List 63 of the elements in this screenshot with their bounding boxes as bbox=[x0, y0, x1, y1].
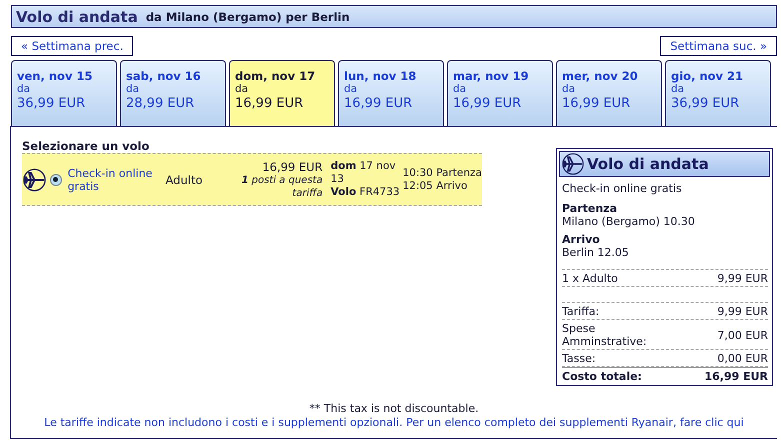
tab-date: gio, nov 21 bbox=[671, 69, 744, 83]
tab-date: lun, nov 18 bbox=[344, 69, 418, 83]
tab-date: mer, nov 20 bbox=[562, 69, 639, 83]
cost-label: Tariffa: bbox=[562, 305, 600, 318]
page-title: Volo di andata bbox=[16, 8, 138, 26]
airplane-icon bbox=[562, 153, 584, 175]
tab-price: 16,99 EUR bbox=[562, 96, 632, 111]
tab-date: ven, nov 15 bbox=[17, 69, 94, 83]
arrival-time: 12:05 Arrivo bbox=[402, 180, 468, 192]
arrival-info: Berlin 12.05 bbox=[562, 246, 630, 259]
tab-price: 36,99 EUR bbox=[671, 96, 740, 111]
flight-price: 16,99 EUR bbox=[262, 160, 323, 174]
seats-left-text: 1 posti a questa tariffa bbox=[240, 174, 323, 200]
tab-price: 16,99 EUR bbox=[453, 96, 522, 111]
supplements-link[interactable]: Le tariffe indicate non includono i costi e i supplementi opzionali. Per un elenco completo dei supplementi Ryanair, fare clic qui bbox=[44, 416, 744, 430]
passenger-amount: 9,99 EUR bbox=[717, 272, 768, 285]
next-week-link[interactable]: Settimana suc. » bbox=[660, 36, 777, 56]
departure-label: Partenza bbox=[562, 202, 618, 215]
flight-row[interactable]: Check-in online gratis Adulto 16,99 EUR 1 posti a questa tariffa dom 17 nov 13 Volo FR4733 10:30 Partenza 12:05 Arrivo bbox=[22, 153, 482, 206]
tab-price: 16,99 EUR bbox=[344, 96, 414, 111]
tab-price: 36,99 EUR bbox=[17, 96, 86, 111]
tax-note: ** This tax is not discountable. bbox=[309, 402, 479, 416]
flight-number: Volo FR4733 bbox=[330, 186, 397, 199]
cost-label: Spese Amminstrative: bbox=[562, 322, 648, 348]
tab-date: sab, nov 16 bbox=[126, 69, 202, 83]
fare-name: Check-in online gratis bbox=[68, 166, 154, 192]
tab-date: dom, nov 17 bbox=[235, 69, 316, 83]
tab-from-label: da bbox=[17, 83, 32, 95]
passenger-type: Adulto bbox=[166, 172, 204, 186]
total-amount: 16,99 EUR bbox=[704, 370, 768, 383]
tab-from-label: da bbox=[126, 83, 140, 95]
tab-price: 28,99 EUR bbox=[126, 96, 196, 111]
tab-from-label: da bbox=[453, 83, 468, 95]
tab-date: mar, nov 19 bbox=[453, 69, 530, 83]
cost-amount: 7,00 EUR bbox=[717, 328, 768, 342]
day-tab[interactable]: mer, nov 20 da 16,99 EUR bbox=[556, 60, 662, 126]
radio-button[interactable] bbox=[50, 174, 62, 186]
cost-label: Tasse: bbox=[562, 352, 597, 365]
summary-title: Volo di andata bbox=[587, 155, 709, 173]
cost-amount: 0,00 EUR bbox=[717, 352, 768, 365]
tab-from-label: da bbox=[671, 83, 686, 95]
day-tab[interactable]: ven, nov 15 da 36,99 EUR bbox=[11, 60, 117, 126]
tab-from-label: da bbox=[235, 83, 250, 95]
tab-from-label: da bbox=[562, 83, 576, 95]
departure-time: 10:30 Partenza bbox=[402, 166, 482, 180]
tab-from-label: da bbox=[344, 83, 358, 95]
day-tab[interactable]: gio, nov 21 da 36,99 EUR bbox=[665, 60, 771, 126]
day-tab[interactable]: sab, nov 16 da 28,99 EUR bbox=[120, 60, 226, 126]
previous-week-link[interactable]: « Settimana prec. bbox=[11, 36, 134, 56]
section-heading: Selezionare un volo bbox=[22, 139, 150, 153]
day-tab[interactable]: lun, nov 18 da 16,99 EUR bbox=[338, 60, 444, 126]
passenger-label: 1 x Adulto bbox=[562, 272, 618, 285]
airplane-icon bbox=[23, 168, 46, 192]
cost-amount: 9,99 EUR bbox=[717, 305, 768, 318]
flight-date: dom 17 nov 13 bbox=[330, 160, 397, 186]
total-label: Costo totale: bbox=[562, 370, 642, 383]
departure-info: Milano (Bergamo) 10.30 bbox=[562, 215, 696, 228]
day-tab[interactable]: mar, nov 19 da 16,99 EUR bbox=[447, 60, 553, 126]
arrival-label: Arrivo bbox=[562, 233, 601, 246]
fare-name: Check-in online gratis bbox=[562, 182, 683, 195]
day-tab[interactable]: dom, nov 17 da 16,99 EUR bbox=[229, 60, 335, 126]
tab-price: 16,99 EUR bbox=[235, 96, 304, 111]
route-text: da Milano (Bergamo) per Berlin bbox=[146, 10, 350, 24]
